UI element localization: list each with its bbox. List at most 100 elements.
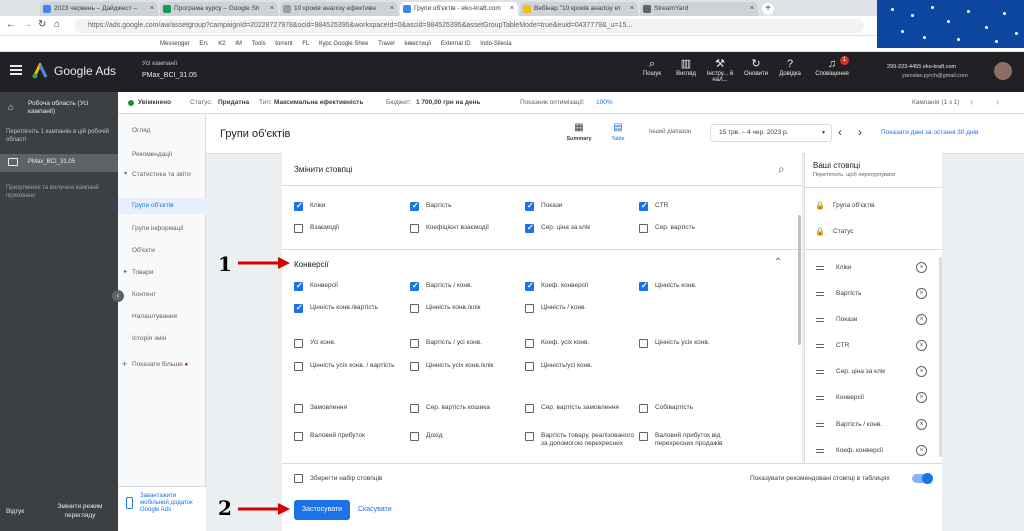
- remove-column-icon[interactable]: ×: [916, 419, 927, 430]
- checkbox-value-per-all-conv[interactable]: [525, 362, 534, 371]
- next-period-icon[interactable]: ›: [858, 125, 862, 139]
- breadcrumb[interactable]: Усі кампанії: [142, 60, 177, 67]
- nav-content[interactable]: Контент: [118, 290, 206, 299]
- drag-handle-icon[interactable]: [816, 449, 824, 453]
- mobile-app-promo[interactable]: Завантажити мобільний додаток Google Ads: [118, 486, 206, 531]
- checkbox-conv-value-cost[interactable]: [294, 303, 303, 313]
- selected-column-item[interactable]: Коеф. конверсії ×: [808, 444, 936, 458]
- checkbox-avg-cpc[interactable]: [525, 223, 534, 233]
- nav-products[interactable]: ▸ Товари: [118, 268, 206, 277]
- selected-column-item[interactable]: Вартість ×: [808, 287, 936, 301]
- browser-tab[interactable]: Вебінар "10 кроків аналізу ет ×: [520, 2, 638, 16]
- bookmark-item[interactable]: torrent: [275, 36, 292, 51]
- change-view-mode-link[interactable]: Змінити режим перегляду: [48, 502, 112, 520]
- scrollbar-thumb[interactable]: [798, 215, 801, 345]
- checkbox-cost-per-conv[interactable]: [410, 281, 419, 291]
- remove-column-icon[interactable]: ×: [916, 340, 927, 351]
- next-campaign-icon[interactable]: ›: [996, 92, 999, 114]
- checkbox-value-per-conv[interactable]: [525, 304, 534, 313]
- checkbox-conv-rate[interactable]: [525, 281, 534, 291]
- nav-overview[interactable]: Огляд: [118, 126, 206, 135]
- menu-icon[interactable]: [10, 65, 22, 75]
- header-view-button[interactable]: ▥ Вигляд: [668, 57, 704, 77]
- conversions-section-title[interactable]: Конверсії: [294, 260, 329, 269]
- cancel-button[interactable]: Скасувати: [358, 506, 392, 513]
- checkbox-avg-cart-value[interactable]: [410, 404, 419, 413]
- forward-icon[interactable]: →: [22, 19, 32, 30]
- nav-show-more[interactable]: + Показати більше ●: [118, 360, 206, 370]
- nav-listing-groups[interactable]: Групи інформації: [118, 224, 206, 233]
- reload-icon[interactable]: ↻: [38, 19, 46, 30]
- selected-column-item[interactable]: CTR ×: [808, 339, 936, 353]
- url-field[interactable]: https://ads.google.com/aw/assetgroup?cam…: [74, 19, 864, 33]
- selected-column-item[interactable]: Конверсії ×: [808, 391, 936, 405]
- campaign-state[interactable]: Увімкнено: [138, 92, 171, 114]
- avatar[interactable]: [994, 62, 1012, 80]
- checkbox-cross-sell-cogs[interactable]: [525, 432, 534, 441]
- remove-column-icon[interactable]: ×: [916, 262, 927, 273]
- remove-column-icon[interactable]: ×: [916, 288, 927, 299]
- recommended-columns-toggle[interactable]: [912, 473, 933, 484]
- bookmark-item[interactable]: Інвестиції: [404, 36, 431, 51]
- checkbox-revenue[interactable]: [410, 432, 419, 441]
- checkbox-cost[interactable]: [410, 201, 419, 211]
- close-icon[interactable]: ×: [510, 2, 514, 16]
- nav-asset-groups[interactable]: Групи об'єктів: [118, 198, 206, 214]
- summary-view-toggle[interactable]: ▦ Summary: [562, 122, 596, 142]
- checkbox-conv-value-click[interactable]: [410, 304, 419, 313]
- search-icon[interactable]: ⌕: [778, 162, 785, 177]
- browser-tab[interactable]: Програма курсу – Google Sh ×: [160, 2, 278, 16]
- drag-handle-icon[interactable]: [816, 344, 824, 348]
- collapse-section-icon[interactable]: ⌃: [774, 257, 782, 268]
- bookmark-item[interactable]: Tools: [252, 36, 266, 51]
- bookmark-item[interactable]: Ел.: [199, 36, 208, 51]
- campaign-selector[interactable]: PMax_BCI_31.05: [142, 72, 197, 79]
- header-search-button[interactable]: ⌕ Пошук: [634, 57, 670, 77]
- scrollbar-thumb[interactable]: [939, 257, 942, 457]
- bookmark-item[interactable]: Курс Google Shee: [319, 36, 368, 51]
- prev-period-icon[interactable]: ‹: [838, 125, 842, 139]
- bookmark-item[interactable]: External ID: [441, 36, 471, 51]
- header-tools-button[interactable]: ⚒ Інстру... й нал...: [702, 57, 738, 83]
- workspace-title[interactable]: Робоча область (Усі кампанії): [28, 100, 112, 116]
- new-tab-icon[interactable]: +: [762, 3, 774, 15]
- checkbox-avg-cost[interactable]: [639, 224, 648, 233]
- bookmark-item[interactable]: Messenger: [160, 36, 190, 51]
- browser-tab-active[interactable]: Групи об'єктів - eko-kraft.com ×: [400, 2, 518, 16]
- feedback-link[interactable]: Відгук: [6, 508, 24, 515]
- selected-column-item[interactable]: Кліки ×: [808, 261, 936, 275]
- remove-column-icon[interactable]: ×: [916, 392, 927, 403]
- remove-column-icon[interactable]: ×: [916, 445, 927, 456]
- close-icon[interactable]: ×: [150, 2, 154, 16]
- show-last-30-days-link[interactable]: Показати дані за останні 30 днів: [881, 129, 978, 136]
- header-help-button[interactable]: ? Довідка: [772, 57, 808, 77]
- budget-value[interactable]: 1 700,00 грн на день: [416, 92, 481, 114]
- prev-campaign-icon[interactable]: ‹: [970, 92, 973, 114]
- checkbox-all-conv-rate[interactable]: [525, 339, 534, 348]
- checkbox-impressions[interactable]: [525, 201, 534, 211]
- optimization-score[interactable]: 100%: [596, 92, 613, 114]
- date-range-picker[interactable]: 15 трв. – 4 чер. 2023 р. ▾: [710, 124, 832, 142]
- close-icon[interactable]: ×: [270, 2, 274, 16]
- close-icon[interactable]: ×: [750, 2, 754, 16]
- checkbox-interactions[interactable]: [294, 224, 303, 233]
- drag-handle-icon[interactable]: [816, 266, 824, 270]
- nav-settings[interactable]: Налаштування: [118, 312, 206, 321]
- checkbox-all-conv-value[interactable]: [639, 339, 648, 348]
- drag-handle-icon[interactable]: [816, 292, 824, 296]
- checkbox-ctr[interactable]: [639, 201, 648, 211]
- checkbox-orders[interactable]: [294, 404, 303, 413]
- close-icon[interactable]: ×: [630, 2, 634, 16]
- drag-handle-icon[interactable]: [816, 423, 824, 427]
- collapse-nav-icon[interactable]: ‹: [112, 290, 124, 302]
- nav-change-history[interactable]: Історія змін: [118, 334, 206, 343]
- selected-column-item[interactable]: Вартість / конв. ×: [808, 418, 936, 432]
- browser-tab[interactable]: 2023 червень – Дайджест – ×: [40, 2, 158, 16]
- bookmark-item[interactable]: IM: [235, 36, 242, 51]
- bookmark-item[interactable]: FL: [302, 36, 309, 51]
- drag-handle-icon[interactable]: [816, 370, 824, 374]
- close-icon[interactable]: ×: [390, 2, 394, 16]
- checkbox-interaction-rate[interactable]: [410, 224, 419, 233]
- browser-tab[interactable]: StreamYard ×: [640, 2, 758, 16]
- selected-column-item[interactable]: Сер. ціна за клік ×: [808, 365, 936, 379]
